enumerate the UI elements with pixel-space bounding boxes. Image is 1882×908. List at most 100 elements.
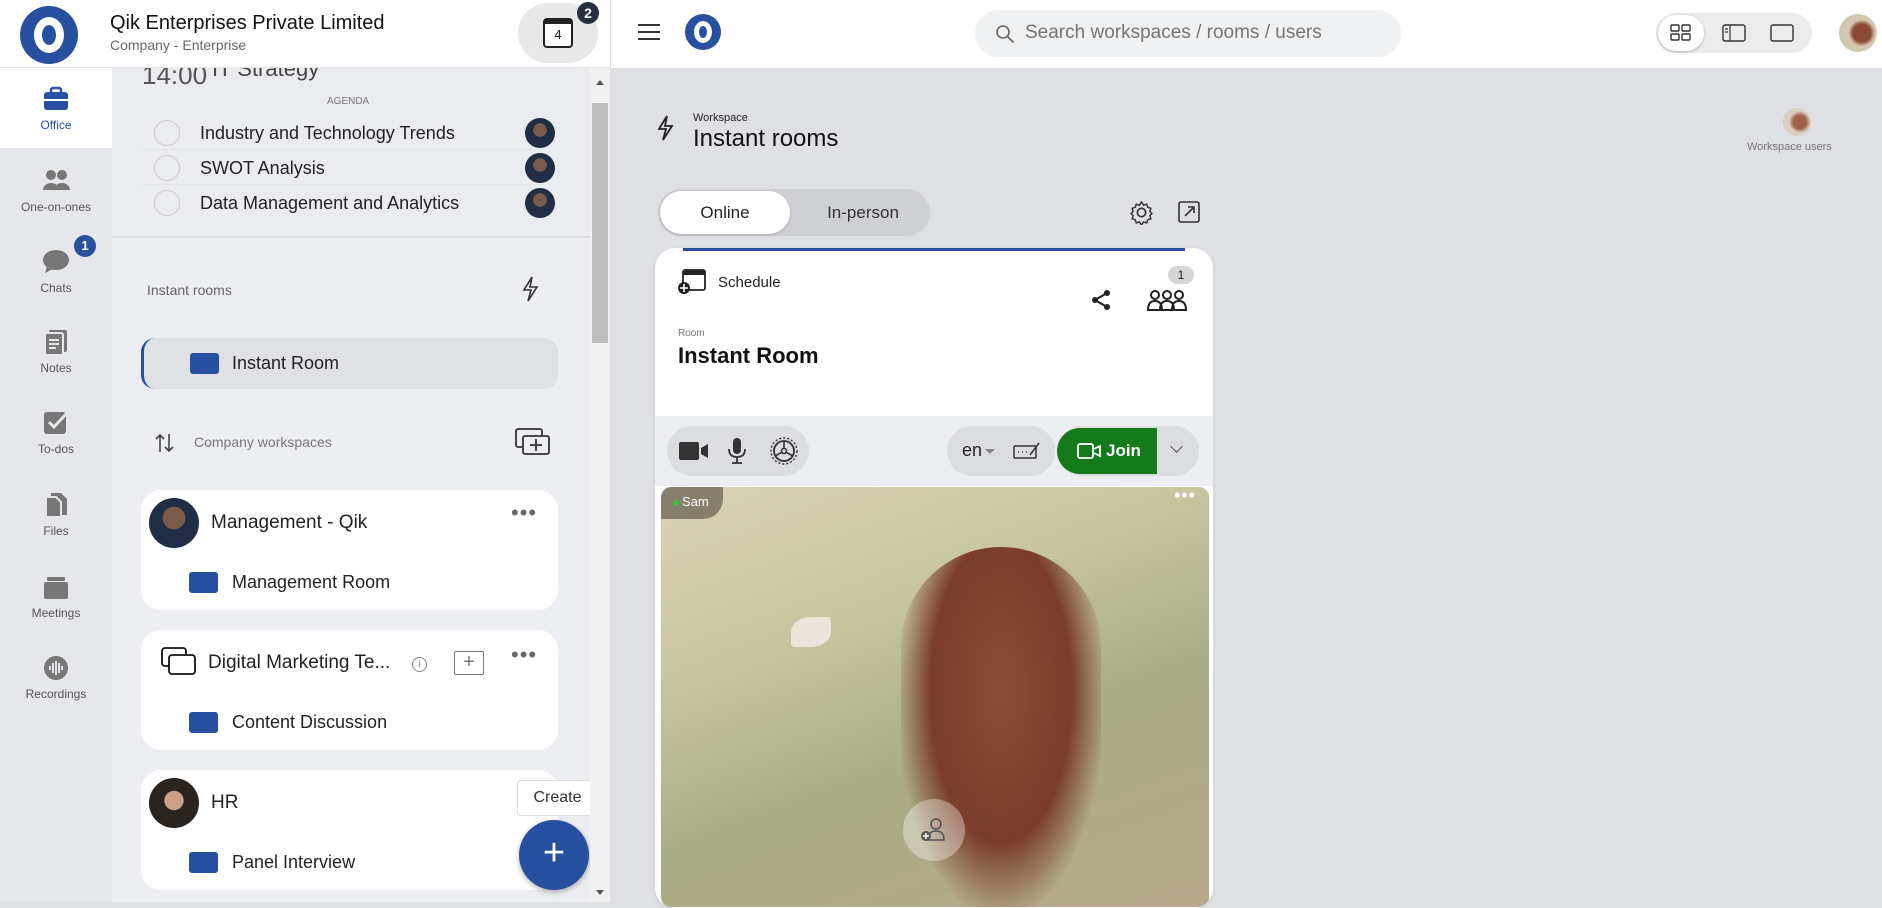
agenda-item[interactable]: Data Management and Analytics [142,186,555,220]
rail-label: Office [40,118,72,132]
rail-item-chats[interactable]: Chats 1 [0,235,112,295]
rail-item-files[interactable]: Files [0,492,112,538]
top-bar [610,0,1882,68]
workspace-name: Management - Qik [211,512,368,533]
workspace-group-icon [161,647,196,675]
files-icon [45,493,67,518]
captions-icon[interactable] [1013,439,1041,461]
agenda-item-text: Industry and Technology Trends [200,123,455,143]
more-icon[interactable]: ••• [511,642,537,668]
rail-item-one-on-ones[interactable]: One-on-ones [0,168,112,214]
room-name[interactable]: Panel Interview [232,852,355,873]
user-avatar[interactable] [1839,14,1877,52]
scrollbar-thumb[interactable] [592,103,608,343]
agenda-checkbox[interactable] [154,190,180,216]
workspace-avatar [149,778,199,828]
participant-video[interactable]: Sam ••• [661,487,1209,907]
chats-badge: 1 [74,235,96,257]
checkbox-icon [44,411,69,434]
add-room-icon[interactable]: + [454,651,484,675]
sort-icon[interactable] [154,432,176,454]
join-options-chevron-icon[interactable] [1170,440,1183,453]
lightning-icon [657,115,674,141]
agenda-item[interactable]: SWOT Analysis [142,151,555,185]
online-dot [673,500,679,506]
add-participant-button[interactable] [903,799,965,861]
workspace-user-avatar[interactable] [1783,108,1811,136]
agenda-checkbox[interactable] [154,155,180,181]
calendar-button[interactable]: 4 2 [518,2,599,63]
rail-label: To-dos [37,442,75,456]
room-name[interactable]: Content Discussion [232,712,387,733]
lightning-icon[interactable] [520,275,540,303]
rail-item-meetings[interactable]: Meetings [0,574,112,620]
schedule-label[interactable]: Schedule [718,274,781,291]
instant-room-item[interactable]: Instant Room [141,338,558,389]
workspace-card[interactable]: Digital Marketing Te... i + ••• Content … [141,630,558,750]
room-color-icon [189,712,218,733]
rail-label: Chats [40,281,72,295]
qik-logo[interactable] [20,6,78,64]
users-icon [43,170,70,190]
rail-item-todos[interactable]: To-dos [0,410,112,456]
microphone-icon[interactable] [727,437,747,465]
join-group: Join [1057,426,1199,476]
camera-icon[interactable] [679,440,709,462]
chat-icon [43,250,69,273]
search-input[interactable] [1025,18,1385,48]
company-subtitle: Company - Enterprise [110,37,247,53]
company-name: Qik Enterprises Private Limited [110,12,385,34]
room-color-icon [190,353,219,374]
search-bar[interactable] [975,10,1401,57]
add-user-icon [921,818,945,841]
workspace-card[interactable]: Management - Qik ••• Management Room [141,490,558,610]
schedule-icon[interactable] [677,268,707,296]
tab-in-person[interactable]: In-person [798,191,928,234]
tab-online[interactable]: Online [660,191,790,234]
sidebar-view-icon[interactable] [1722,24,1746,42]
panel-scrollbar[interactable] [590,68,610,902]
rail-item-notes[interactable]: Notes [0,329,112,375]
create-button[interactable]: + [519,820,589,890]
language-controls: en [947,426,1055,476]
calendar-icon: 4 [543,18,573,48]
rail-label: Notes [40,361,72,375]
video-more-icon[interactable]: ••• [1174,487,1196,506]
participants-icon[interactable] [1147,288,1187,312]
workspace-users-label: Workspace users [1747,141,1832,153]
video-icon [1077,443,1101,459]
more-icon[interactable]: ••• [511,500,537,526]
workspace-card[interactable]: HR Panel Interview [141,770,558,890]
agenda-checkbox[interactable] [154,120,180,146]
participants-count: 1 [1168,266,1194,284]
info-icon[interactable]: i [412,657,427,672]
rail-label: One-on-ones [20,200,92,214]
caret-down-icon[interactable] [985,449,995,459]
qik-logo-small[interactable] [685,14,721,50]
rail-label: Files [43,524,69,538]
rail-item-recordings[interactable]: Recordings [0,655,112,701]
agenda-item[interactable]: Industry and Technology Trends [142,116,555,150]
menu-icon[interactable] [638,24,660,40]
language-select[interactable]: en [962,440,982,461]
room-name: Instant Room [232,353,340,373]
share-icon[interactable] [1089,288,1113,312]
join-button[interactable]: Join [1057,428,1157,474]
join-label: Join [1106,441,1141,460]
rail-item-office[interactable]: Office [0,68,112,148]
nav-rail: Office One-on-ones Chats 1 Notes To-dos … [0,68,112,902]
popout-icon[interactable] [1177,200,1201,224]
view-switcher [1656,13,1812,53]
media-controls [667,426,809,476]
grid-view-button[interactable] [1658,15,1704,51]
recordings-icon [44,656,68,680]
room-label: Room [678,328,705,339]
workspace-name: Digital Marketing Te... [208,652,391,673]
device-settings-icon[interactable] [770,437,798,465]
avatar [525,118,555,148]
settings-icon[interactable] [1129,200,1154,225]
add-workspace-icon[interactable] [515,428,551,456]
participant-name-tag: Sam [661,487,723,519]
room-name[interactable]: Management Room [232,572,390,593]
single-view-icon[interactable] [1770,24,1794,42]
